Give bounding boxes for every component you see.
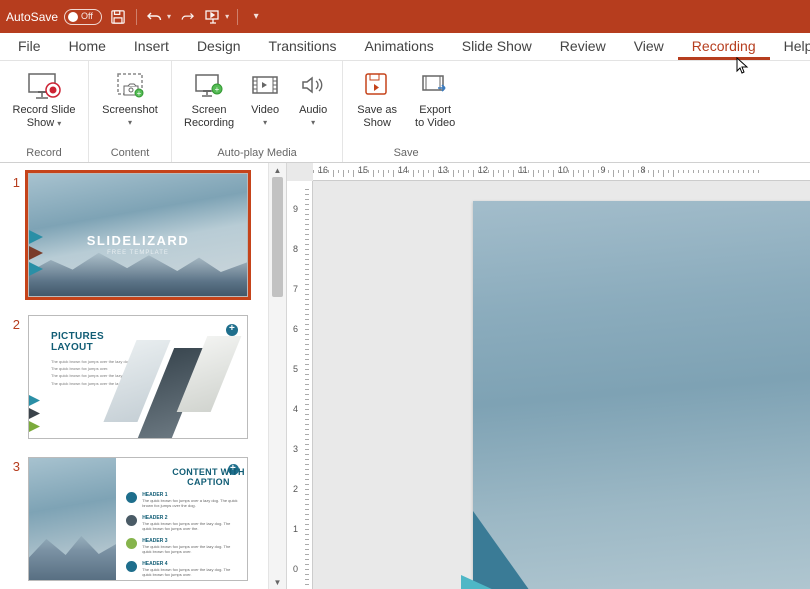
thumbnail-scrollbar[interactable]: ▲ ▼ xyxy=(268,163,286,589)
group-label-record: Record xyxy=(6,145,82,162)
slide3-items: HEADER 1The quick brown fox jumps over a… xyxy=(126,492,239,577)
thumbnail-number: 3 xyxy=(8,457,20,581)
video-label: Video xyxy=(251,104,279,117)
scroll-down-icon[interactable]: ▼ xyxy=(269,575,286,589)
redo-icon[interactable] xyxy=(177,7,197,27)
menu-animations[interactable]: Animations xyxy=(350,33,447,60)
accent-triangle-1 xyxy=(473,496,583,589)
menu-file[interactable]: File xyxy=(4,33,55,60)
ribbon-group-content: + Screenshot ▾ Content xyxy=(89,61,172,162)
thumbnail-item[interactable]: 2 PICTURES LAYOUT The quick brown fox ju… xyxy=(8,315,268,439)
record-slide-show-button[interactable]: Record Slide Show ▾ xyxy=(6,65,82,129)
menu-insert[interactable]: Insert xyxy=(120,33,183,60)
slide1-subtitle: FREE TEMPLATE xyxy=(29,250,247,256)
svg-text:+: + xyxy=(137,89,142,98)
export-to-video-label: Export to Video xyxy=(415,104,455,129)
audio-label: Audio xyxy=(299,104,327,117)
autosave-toggle[interactable]: AutoSave Off xyxy=(6,9,102,25)
group-label-content: Content xyxy=(95,145,165,162)
scroll-up-icon[interactable]: ▲ xyxy=(269,163,286,177)
save-as-show-label: Save as Show xyxy=(357,104,397,129)
thumbnail-pane: 1 SLIDELIZARD FREE TEMPLATE 2 PICTURES L… xyxy=(0,163,287,589)
chevron-down-icon: ▾ xyxy=(128,118,132,127)
autosave-switch[interactable]: Off xyxy=(64,9,102,25)
customize-qat-icon[interactable]: ▾ xyxy=(246,7,266,27)
slide2-images xyxy=(114,336,237,434)
screen-recording-button[interactable]: + Screen Recording xyxy=(178,65,240,129)
menu-slide-show[interactable]: Slide Show xyxy=(448,33,546,60)
plus-badge-icon xyxy=(226,324,238,336)
menu-bar: File Home Insert Design Transitions Anim… xyxy=(0,33,810,61)
group-label-autoplay: Auto-play Media xyxy=(178,145,336,162)
chevron-down-icon: ▾ xyxy=(263,118,267,127)
thumbnail-slide-2[interactable]: PICTURES LAYOUT The quick brown fox jump… xyxy=(28,315,248,439)
slide2-accent-icons xyxy=(29,395,40,432)
horizontal-ruler: 1615141312111098 xyxy=(313,163,810,181)
screenshot-label: Screenshot xyxy=(102,104,158,117)
thumbnail-number: 2 xyxy=(8,315,20,439)
undo-icon[interactable] xyxy=(145,7,165,27)
scroll-handle[interactable] xyxy=(272,177,283,297)
save-icon[interactable] xyxy=(108,7,128,27)
export-to-video-button[interactable]: Export to Video xyxy=(407,65,463,129)
ribbon-group-autoplay: + Screen Recording Video ▾ Audio ▾ Auto-… xyxy=(172,61,343,162)
video-button[interactable]: Video ▾ xyxy=(242,65,288,129)
save-as-show-button[interactable]: Save as Show xyxy=(349,65,405,129)
slide2-title: PICTURES LAYOUT xyxy=(51,331,104,353)
menu-help[interactable]: Help xyxy=(770,33,810,60)
export-to-video-icon xyxy=(418,68,452,102)
undo-dropdown-icon[interactable]: ▾ xyxy=(167,12,171,21)
chevron-down-icon: ▾ xyxy=(57,119,61,128)
thumbnail-slide-1[interactable]: SLIDELIZARD FREE TEMPLATE xyxy=(28,173,248,297)
screen-recording-icon: + xyxy=(192,68,226,102)
menu-transitions[interactable]: Transitions xyxy=(255,33,351,60)
start-from-beginning-icon[interactable] xyxy=(203,7,223,27)
thumbnail-list: 1 SLIDELIZARD FREE TEMPLATE 2 PICTURES L… xyxy=(0,163,268,589)
thumbnail-item[interactable]: 3 CONTENT WITH CAPTION HEADER 1The quick… xyxy=(8,457,268,581)
record-slide-show-icon xyxy=(27,68,61,102)
screen-recording-label: Screen Recording xyxy=(184,104,234,129)
present-dropdown-icon[interactable]: ▾ xyxy=(225,12,229,21)
slide3-title: CONTENT WITH CAPTION xyxy=(172,468,245,488)
screenshot-icon: + xyxy=(113,68,147,102)
work-area: 1 SLIDELIZARD FREE TEMPLATE 2 PICTURES L… xyxy=(0,163,810,589)
ribbon: Record Slide Show ▾ Record + Screenshot … xyxy=(0,61,810,163)
save-as-show-icon xyxy=(360,68,394,102)
svg-text:+: + xyxy=(215,85,220,94)
screenshot-button[interactable]: + Screenshot ▾ xyxy=(95,65,165,127)
ribbon-group-record: Record Slide Show ▾ Record xyxy=(0,61,89,162)
thumbnail-slide-3[interactable]: CONTENT WITH CAPTION HEADER 1The quick b… xyxy=(28,457,248,581)
autosave-label: AutoSave xyxy=(6,10,58,24)
menu-recording[interactable]: Recording xyxy=(678,33,770,60)
record-slide-show-label: Record Slide Show ▾ xyxy=(13,104,76,129)
slide1-title: SLIDELIZARD xyxy=(29,233,247,248)
menu-design[interactable]: Design xyxy=(183,33,255,60)
vertical-ruler: 9876543210 xyxy=(287,181,313,589)
audio-icon xyxy=(296,68,330,102)
group-label-save: Save xyxy=(349,145,463,162)
chevron-down-icon: ▾ xyxy=(311,118,315,127)
audio-button[interactable]: Audio ▾ xyxy=(290,65,336,129)
slide-canvas[interactable] xyxy=(313,181,810,589)
video-icon xyxy=(248,68,282,102)
menu-review[interactable]: Review xyxy=(546,33,620,60)
main-slide[interactable] xyxy=(473,201,810,589)
thumbnail-number: 1 xyxy=(8,173,20,297)
menu-home[interactable]: Home xyxy=(55,33,120,60)
menu-view[interactable]: View xyxy=(620,33,678,60)
editor-canvas-area: 1615141312111098 9876543210 xyxy=(287,163,810,589)
ribbon-group-save: Save as Show Export to Video Save xyxy=(343,61,469,162)
title-bar: AutoSave Off ▾ ▾ ▾ xyxy=(0,0,810,33)
thumbnail-item[interactable]: 1 SLIDELIZARD FREE TEMPLATE xyxy=(8,173,268,297)
